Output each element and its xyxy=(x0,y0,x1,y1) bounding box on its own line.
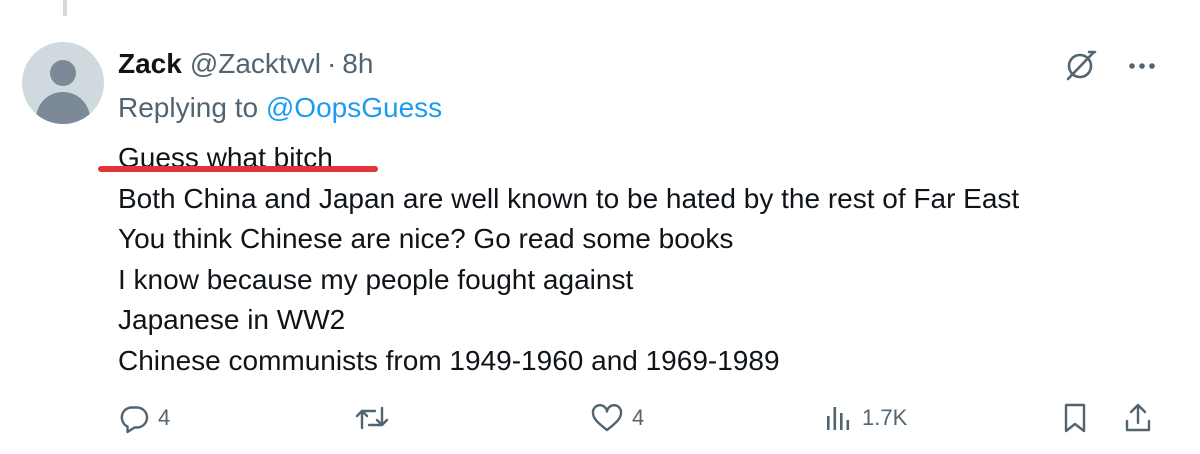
reply-icon xyxy=(118,402,150,434)
like-icon xyxy=(590,402,624,434)
tweet-line: I know because my people fought against xyxy=(118,263,634,295)
tweet-line: Chinese communists from 1949-1960 and 19… xyxy=(118,344,780,376)
avatar-head-shape xyxy=(50,60,76,86)
reply-button[interactable]: 4 xyxy=(118,398,170,438)
red-underline-annotation xyxy=(98,166,378,172)
tweet-line: Japanese in WW2 xyxy=(118,304,346,335)
share-icon xyxy=(1122,401,1154,435)
tweet-header: Zack @Zacktvvl · 8h xyxy=(118,46,373,82)
tweet-line: Guess what bitch xyxy=(118,142,333,173)
tweet-line: Both China and Japan are well known to b… xyxy=(118,182,1020,214)
timestamp[interactable]: 8h xyxy=(342,48,373,80)
bookmark-icon xyxy=(1061,401,1089,435)
more-icon[interactable] xyxy=(1122,46,1162,86)
replying-prefix: Replying to xyxy=(118,92,259,123)
tweet-line: You think Chinese are nice? Go read some… xyxy=(118,223,734,254)
views-icon xyxy=(824,402,854,434)
grok-icon[interactable] xyxy=(1060,46,1100,86)
avatar[interactable] xyxy=(22,42,104,124)
action-bar: 4 4 1.7K xyxy=(0,398,1200,438)
reply-mention-link[interactable]: @OopsGuess xyxy=(266,92,442,123)
reply-count: 4 xyxy=(158,405,171,430)
bookmark-button[interactable] xyxy=(1061,398,1089,438)
like-count: 4 xyxy=(632,405,645,430)
like-button[interactable]: 4 xyxy=(590,398,644,438)
views-button[interactable]: 1.7K xyxy=(824,398,907,438)
repost-icon xyxy=(354,402,390,434)
display-name[interactable]: Zack xyxy=(118,48,182,80)
separator-dot: · xyxy=(326,48,337,79)
tweet: Zack @Zacktvvl · 8h Replying to @OopsGue… xyxy=(0,0,1200,454)
views-count: 1.7K xyxy=(862,405,908,430)
replying-to: Replying to @OopsGuess xyxy=(118,92,442,124)
share-button[interactable] xyxy=(1122,398,1154,438)
user-handle[interactable]: @Zacktvvl xyxy=(190,48,321,80)
header-actions xyxy=(1060,46,1162,86)
tweet-text: Guess what bitch Both China and Japan ar… xyxy=(118,138,1019,381)
repost-button[interactable] xyxy=(354,398,398,438)
avatar-body-shape xyxy=(36,92,90,124)
thread-line xyxy=(63,0,67,16)
